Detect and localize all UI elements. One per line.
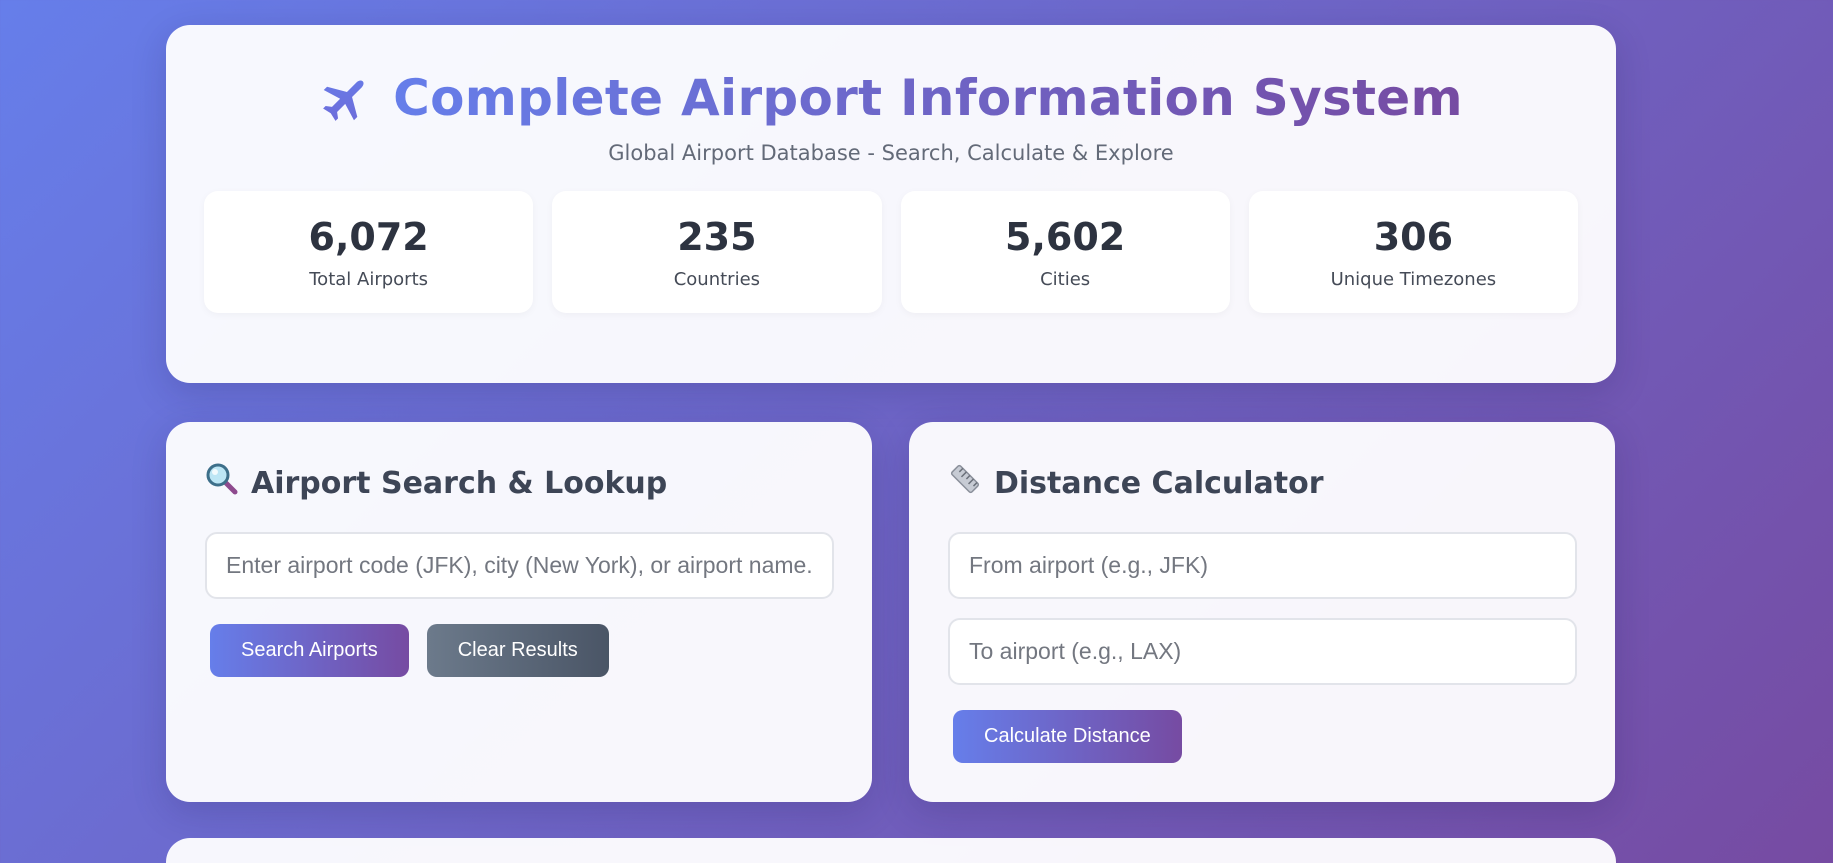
to-airport-input[interactable] (948, 618, 1577, 685)
stat-card-cities: 5,602 Cities (900, 191, 1230, 313)
distance-button-row: Calculate Distance (948, 710, 1576, 763)
header-card: Complete Airport Information System Glob… (166, 25, 1616, 383)
distance-panel: Distance Calculator Calculate Distance (909, 422, 1615, 802)
stat-value: 306 (1373, 214, 1454, 259)
calculate-distance-button[interactable]: Calculate Distance (953, 710, 1182, 763)
search-airports-button[interactable]: Search Airports (210, 624, 409, 677)
next-section-card (166, 838, 1616, 863)
search-button-row: Search Airports Clear Results (205, 624, 833, 677)
clear-results-button[interactable]: Clear Results (426, 624, 609, 677)
stat-card-total-airports: 6,072 Total Airports (204, 191, 534, 313)
stat-label: Total Airports (309, 268, 428, 290)
search-panel: Airport Search & Lookup Search Airports … (166, 422, 872, 802)
page-subtitle: Global Airport Database - Search, Calcul… (608, 141, 1174, 165)
title-row: Complete Airport Information System (166, 69, 1616, 127)
airplane-icon (319, 71, 373, 125)
stats-grid: 6,072 Total Airports 235 Countries 5,602… (204, 191, 1578, 313)
stat-value: 235 (677, 214, 757, 259)
search-panel-label: Airport Search & Lookup (251, 465, 668, 501)
from-airport-input[interactable] (948, 532, 1577, 599)
distance-panel-title: Distance Calculator (948, 462, 1576, 504)
stat-value: 6,072 (308, 214, 429, 259)
stat-card-timezones: 306 Unique Timezones (1248, 191, 1578, 313)
magnifying-glass-icon (205, 462, 239, 504)
stat-value: 5,602 (1005, 214, 1126, 259)
stat-card-countries: 235 Countries (552, 191, 882, 313)
stat-label: Cities (1040, 268, 1091, 290)
airport-search-input[interactable] (205, 532, 834, 599)
stat-label: Unique Timezones (1330, 268, 1497, 290)
search-panel-title: Airport Search & Lookup (205, 462, 833, 504)
distance-panel-label: Distance Calculator (994, 465, 1324, 501)
tools-row: Airport Search & Lookup Search Airports … (166, 422, 1616, 802)
app-container: Complete Airport Information System Glob… (166, 25, 1616, 802)
stat-label: Countries (673, 268, 761, 290)
ruler-icon (948, 462, 982, 504)
page-title: Complete Airport Information System (393, 69, 1463, 127)
